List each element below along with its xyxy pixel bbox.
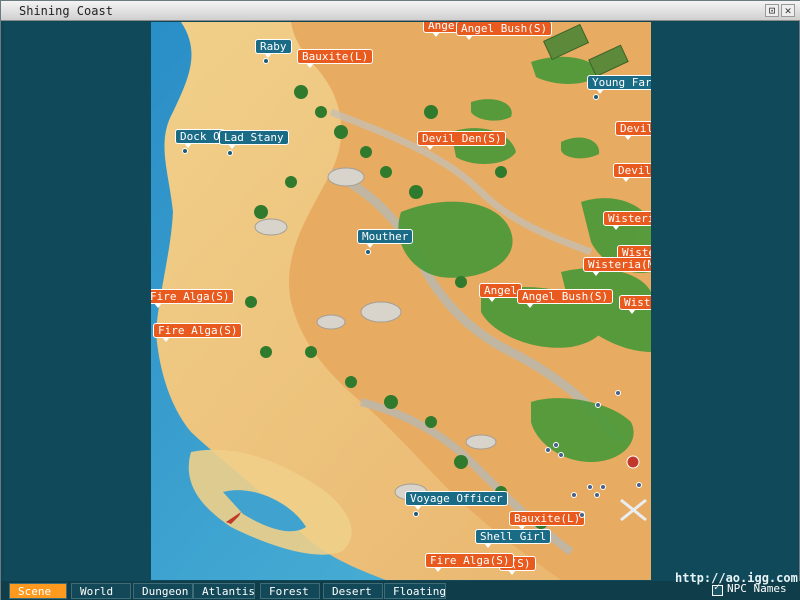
resource-dot[interactable] bbox=[615, 390, 621, 396]
resource-dot[interactable] bbox=[600, 484, 606, 490]
resource-dot[interactable] bbox=[587, 484, 593, 490]
resource-dot[interactable] bbox=[636, 482, 642, 488]
title-bar: Shining Coast ⊡ ✕ bbox=[1, 1, 800, 21]
npc-pin[interactable] bbox=[593, 94, 599, 100]
close-icon[interactable]: ✕ bbox=[781, 4, 795, 17]
tab-scene[interactable]: Scene bbox=[9, 583, 67, 599]
resource-dot[interactable] bbox=[595, 402, 601, 408]
npc-pin[interactable] bbox=[263, 58, 269, 64]
resource-dot[interactable] bbox=[571, 492, 577, 498]
tab-atlantis[interactable]: Atlantis bbox=[193, 583, 255, 599]
map-label[interactable]: Wisteria(M) bbox=[583, 257, 651, 276]
tab-world[interactable]: World bbox=[71, 583, 131, 599]
npc-names-label: NPC Names bbox=[727, 582, 787, 595]
npc-pin[interactable] bbox=[413, 511, 419, 517]
tab-dungeon[interactable]: Dungeon bbox=[133, 583, 193, 599]
tab-desert[interactable]: Desert bbox=[323, 583, 383, 599]
map-label[interactable]: Bauxite(L) bbox=[509, 511, 586, 530]
map-label[interactable]: Bauxite(L) bbox=[297, 49, 374, 68]
map-area[interactable]: Ange Angel Bush(S) Raby Bauxite(L) Young… bbox=[151, 22, 651, 580]
resource-dot[interactable] bbox=[579, 512, 585, 518]
window-title: Shining Coast bbox=[19, 4, 113, 18]
resource-dot[interactable] bbox=[553, 442, 559, 448]
map-label[interactable]: Young Farmer bbox=[587, 75, 651, 94]
npc-names-checkbox[interactable] bbox=[712, 582, 723, 596]
map-label[interactable]: Mouther bbox=[357, 229, 414, 248]
map-label[interactable]: Angel Bush(S) bbox=[456, 22, 553, 40]
npc-pin[interactable] bbox=[227, 150, 233, 156]
map-label[interactable]: Wisteria(L) bbox=[619, 295, 651, 314]
map-label[interactable]: Fire Alga(S) bbox=[151, 289, 235, 308]
tab-floating[interactable]: Floating bbox=[384, 583, 446, 599]
map-label[interactable]: Devil Den(S) bbox=[417, 131, 507, 150]
map-window: Shining Coast ⊡ ✕ Ange Angel Bush(S) Rab… bbox=[0, 0, 800, 600]
npc-pin[interactable] bbox=[365, 249, 371, 255]
map-label[interactable]: Fire Alga(S) bbox=[425, 553, 515, 572]
map-label[interactable]: Raby bbox=[255, 39, 292, 58]
resource-dot[interactable] bbox=[594, 492, 600, 498]
resource-dot[interactable] bbox=[545, 447, 551, 453]
map-label[interactable]: Dock O bbox=[175, 129, 225, 148]
tab-forest[interactable]: Forest bbox=[260, 583, 320, 599]
map-label[interactable]: Voyage Officer bbox=[405, 491, 508, 510]
map-label[interactable]: Lad Stany bbox=[219, 130, 289, 149]
map-label[interactable]: Ange bbox=[423, 22, 460, 37]
map-label[interactable]: Shell Girl bbox=[475, 529, 552, 548]
npc-pin[interactable] bbox=[182, 148, 188, 154]
restore-icon[interactable]: ⊡ bbox=[765, 4, 779, 17]
resource-dot[interactable] bbox=[558, 452, 564, 458]
map-label[interactable]: Devil Den(S) bbox=[613, 163, 651, 182]
map-label[interactable]: Fire Alga(S) bbox=[153, 323, 243, 342]
map-label[interactable]: Devil Den(S) bbox=[615, 121, 651, 140]
map-label[interactable]: Angel bbox=[479, 283, 523, 302]
map-label[interactable]: Angel Bush(S) bbox=[517, 289, 614, 308]
map-label[interactable]: Wisteria(M) bbox=[603, 211, 651, 230]
